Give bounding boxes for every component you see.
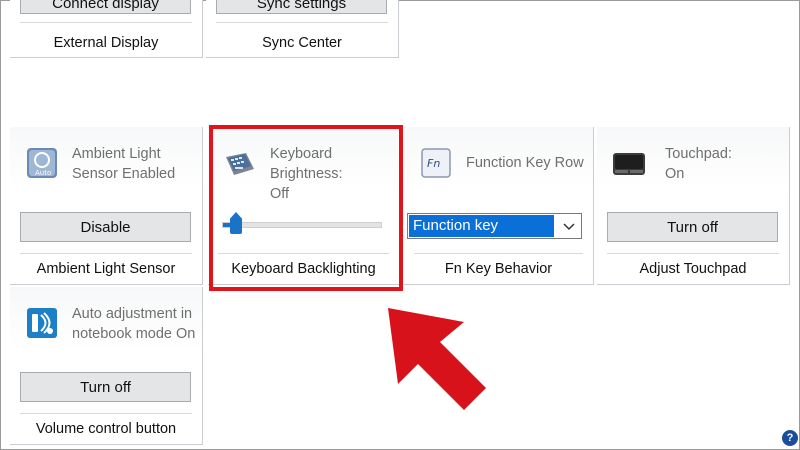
brightness-slider-thumb[interactable] (230, 212, 242, 234)
tile-caption: Keyboard Backlighting (231, 261, 376, 277)
tile-ambient-light: Auto Ambient Light Sensor Enabled Disabl… (10, 127, 203, 285)
separator (218, 253, 389, 254)
status-line: Brightness: (270, 166, 343, 182)
fn-status-text: Function Key Row (466, 155, 584, 171)
status-line: Keyboard (270, 146, 333, 162)
volume-status-text: Auto adjustment in notebook mode On (72, 306, 196, 342)
separator (607, 253, 779, 254)
tile-caption: Sync Center (262, 35, 342, 51)
volume-control-icon (27, 308, 57, 338)
fn-key-icon: Fn (421, 148, 451, 178)
volume-turn-off-button[interactable]: Turn off (20, 372, 191, 402)
touchpad-turn-off-button[interactable]: Turn off (607, 212, 778, 242)
ambient-status-text: Ambient Light Sensor Enabled (72, 146, 176, 182)
separator (20, 413, 192, 414)
touchpad-status: Touchpad: On (665, 144, 790, 184)
connect-display-button[interactable]: Connect display (20, 0, 191, 14)
separator (20, 253, 192, 254)
tile-sync-center: Sync settings Sync Center (206, 0, 399, 58)
tile-caption: Adjust Touchpad (639, 261, 747, 277)
separator (20, 22, 192, 23)
keyboard-brightness-status: Keyboard Brightness: Off (270, 144, 395, 204)
disable-button[interactable]: Disable (20, 212, 191, 242)
status-line: Touchpad: (665, 146, 732, 162)
keyboard-backlight-icon (226, 153, 254, 175)
status-line: Off (270, 186, 290, 202)
tile-touchpad: Touchpad: On Turn off Adjust Touchpad (597, 127, 790, 285)
tile-volume-control: Auto adjustment in notebook mode On Turn… (10, 287, 203, 445)
tile-caption: External Display (53, 35, 159, 51)
status-line: On (665, 166, 685, 182)
tile-external-display: Connect display External Display (10, 0, 203, 58)
red-arrow-annotation (388, 308, 486, 410)
fn-key-dropdown[interactable]: Function key (407, 213, 582, 239)
chevron-down-icon (563, 223, 575, 231)
svg-text:Auto: Auto (35, 169, 51, 177)
separator (414, 253, 583, 254)
ambient-light-sensor-icon: Auto (27, 148, 57, 178)
separator (216, 22, 388, 23)
tile-keyboard-backlighting: Keyboard Brightness: Off Keyboard Backli… (208, 127, 400, 285)
fn-icon-label: Fn (427, 157, 440, 170)
tile-fn-key-behavior: Fn Function Key Row Function key Fn Key … (404, 127, 594, 285)
tile-caption: Fn Key Behavior (444, 261, 553, 277)
help-icon[interactable]: ? (782, 430, 798, 446)
dropdown-selected-value: Function key (409, 215, 554, 237)
touchpad-icon (613, 153, 645, 175)
tile-caption: Volume control button (35, 421, 177, 437)
brightness-slider-fill (223, 223, 231, 227)
brightness-slider-track[interactable] (222, 222, 382, 228)
tile-caption: Ambient Light Sensor (36, 261, 176, 277)
sync-settings-button[interactable]: Sync settings (216, 0, 387, 14)
